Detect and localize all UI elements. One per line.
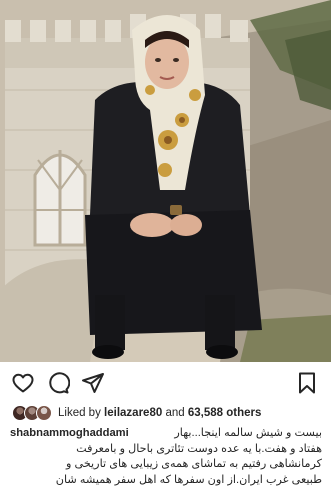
post-photo-illustration (0, 0, 331, 362)
bookmark-outline-icon[interactable] (295, 371, 319, 395)
heart-outline-icon[interactable] (11, 371, 35, 395)
caption-line: shabnammoghaddami بیست و شیش سالمه اینجا… (10, 426, 322, 442)
caption-text: بیست و شیش سالمه اینجا...بهار (174, 427, 322, 439)
likes-connector: and (165, 407, 185, 419)
likes-text: Liked by leilazare80 and 63,588 others (58, 407, 261, 419)
caption-text: کرمانشاهی رفتیم به تماشای همه‌ی زیبایی ه… (66, 458, 322, 470)
avatar[interactable] (36, 405, 52, 421)
likes-summary: Liked by leilazare80 and 63,588 others (12, 404, 324, 422)
caption-text: طبیعی غرب ایران.از اون سفرها که اهل سفر … (55, 473, 322, 486)
caption-text: هفتاد و هفت.با یه عده دوست تئاتری باحال … (76, 442, 322, 455)
post-action-bar (0, 368, 331, 398)
likes-count[interactable]: 63,588 (188, 407, 223, 419)
liker-avatars[interactable] (12, 404, 58, 422)
comment-bubble-icon[interactable] (46, 371, 70, 395)
liked-by-prefix: Liked by (58, 407, 101, 419)
paper-plane-icon[interactable] (81, 371, 105, 395)
caption-username[interactable]: shabnammoghaddami (10, 426, 129, 442)
likes-others[interactable]: others (226, 407, 261, 419)
post-photo[interactable] (0, 0, 331, 362)
post-caption: shabnammoghaddami بیست و شیش سالمه اینجا… (10, 426, 322, 488)
liker-username[interactable]: leilazare80 (104, 407, 162, 419)
